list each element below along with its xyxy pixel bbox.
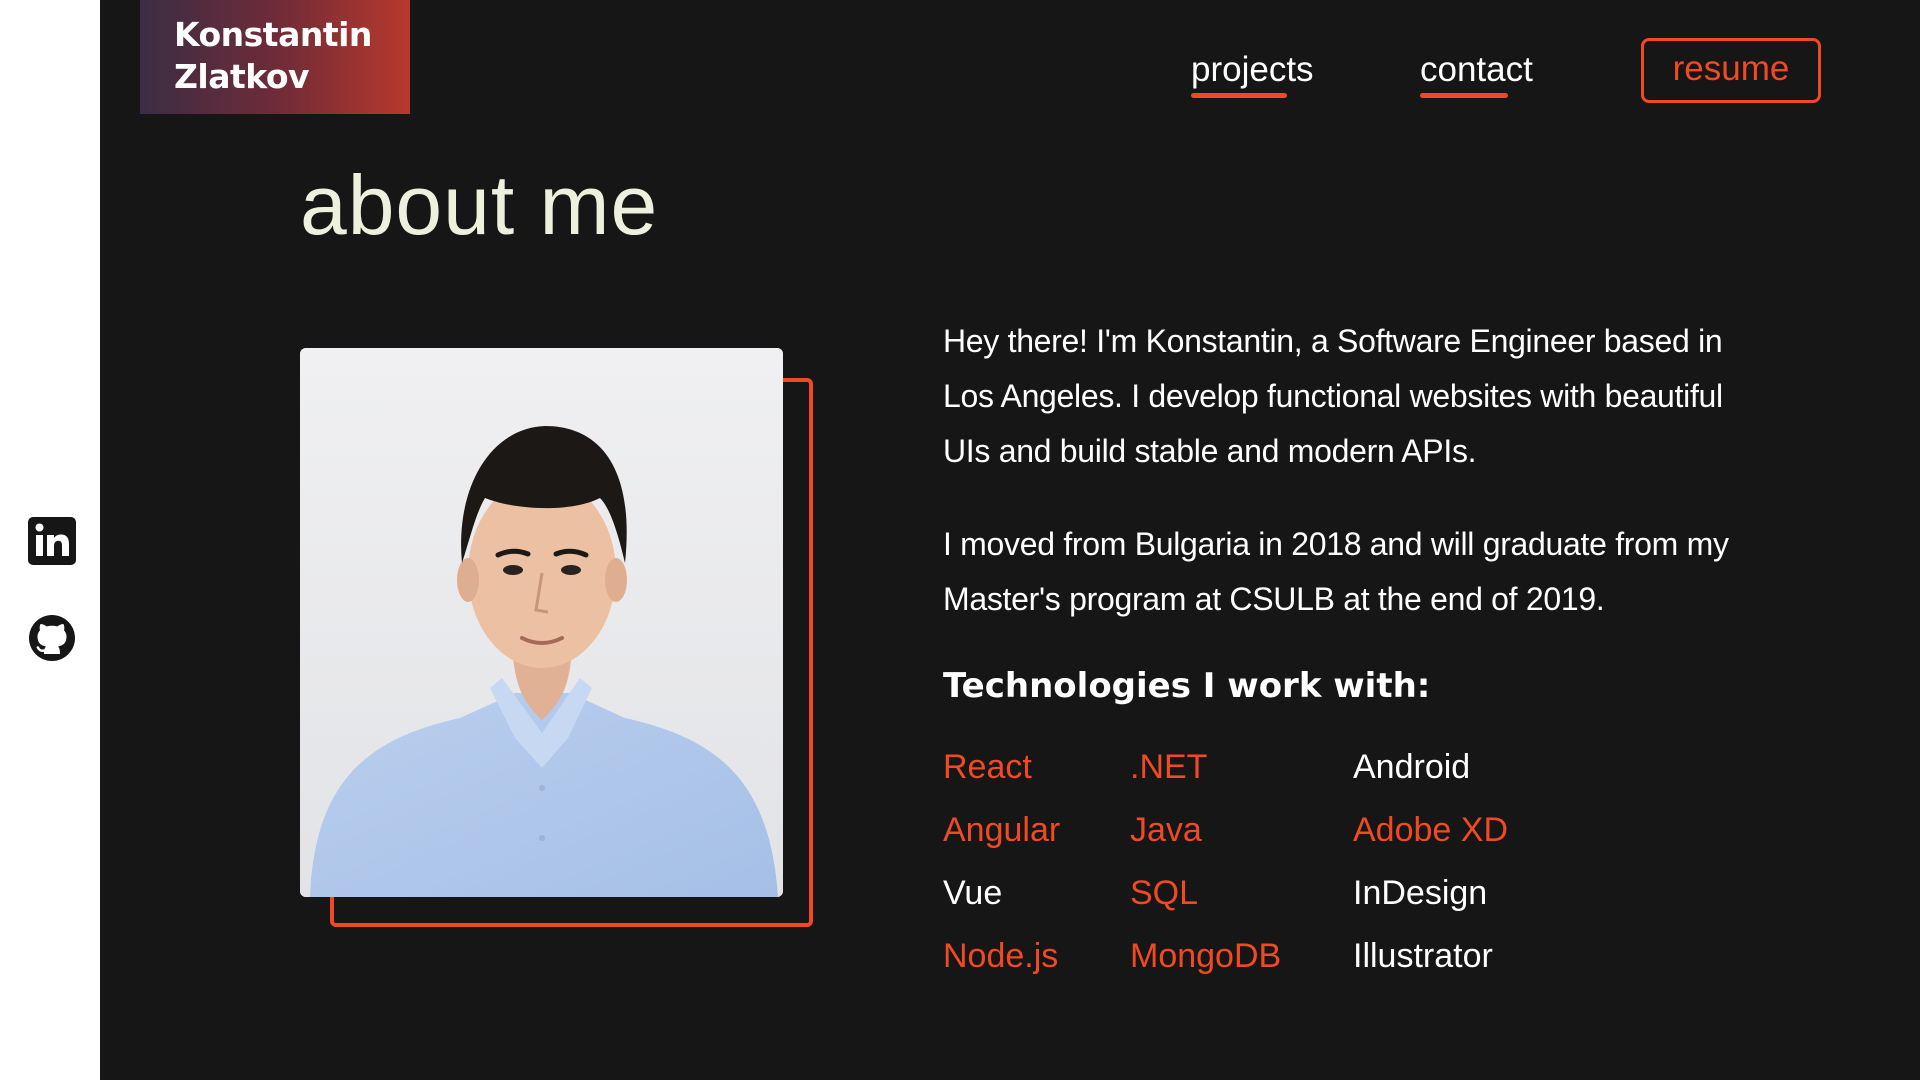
linkedin-icon — [28, 517, 76, 565]
tech-item: Angular — [943, 811, 1061, 849]
tech-item: Android — [1353, 748, 1471, 786]
resume-button-label: resume — [1672, 48, 1790, 88]
tech-item: Adobe XD — [1353, 811, 1508, 849]
nav-contact-link[interactable]: contact — [1420, 48, 1533, 98]
technologies-heading: Technologies I work with: — [943, 666, 1431, 706]
github-link[interactable] — [28, 614, 76, 662]
nav-contact-label: contact — [1420, 50, 1533, 89]
social-sidebar — [0, 0, 100, 1080]
nav-projects-label: projects — [1191, 50, 1314, 89]
tech-item: SQL — [1130, 874, 1199, 912]
tech-item: InDesign — [1353, 874, 1488, 912]
page-title: about me — [300, 158, 659, 252]
github-icon — [29, 615, 75, 661]
nav-projects-link[interactable]: projects — [1191, 48, 1314, 98]
bio-intro-paragraph: Hey there! I'm Konstantin, a Software En… — [943, 323, 1723, 469]
tech-item: Vue — [943, 874, 1003, 912]
tech-item: Java — [1130, 811, 1202, 849]
main-content: Konstantin Zlatkov projects contact resu… — [100, 0, 1920, 1080]
tech-item: React — [943, 748, 1032, 786]
bio-education-paragraph: I moved from Bulgaria in 2018 and will g… — [943, 526, 1729, 617]
logo-first-name: Konstantin — [174, 15, 372, 54]
tech-item: MongoDB — [1130, 937, 1282, 975]
resume-button[interactable]: resume — [1641, 38, 1821, 103]
linkedin-link[interactable] — [28, 517, 76, 565]
profile-photo — [300, 348, 783, 897]
site-logo[interactable]: Konstantin Zlatkov — [140, 0, 410, 114]
nav-contact-underline — [1420, 93, 1509, 98]
tech-item: Node.js — [943, 937, 1059, 975]
tech-item: Illustrator — [1353, 937, 1493, 975]
nav-projects-underline — [1191, 93, 1287, 98]
tech-item: .NET — [1130, 748, 1208, 786]
logo-last-name: Zlatkov — [174, 57, 310, 96]
